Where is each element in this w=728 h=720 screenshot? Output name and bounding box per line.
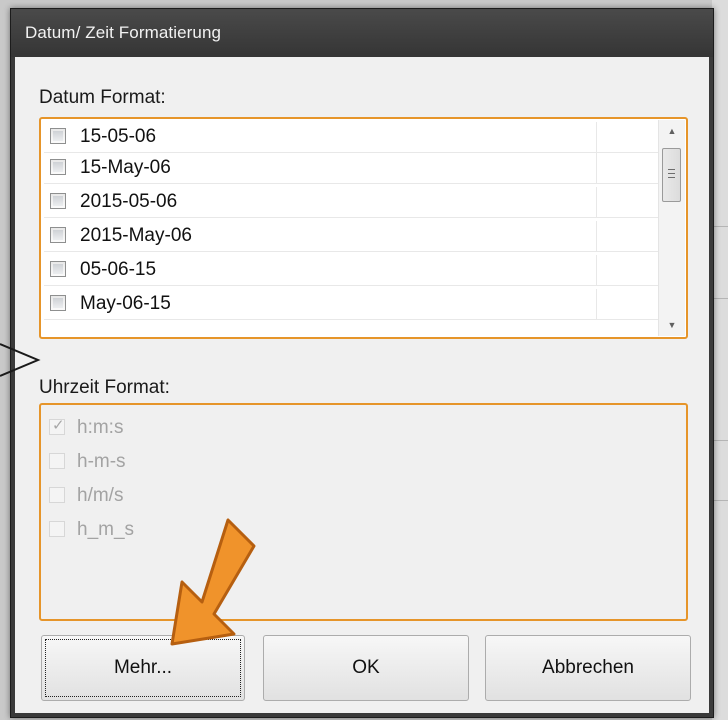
annotation-layer <box>0 343 256 646</box>
callout-line <box>0 343 41 377</box>
orange-arrow-icon <box>170 518 256 646</box>
